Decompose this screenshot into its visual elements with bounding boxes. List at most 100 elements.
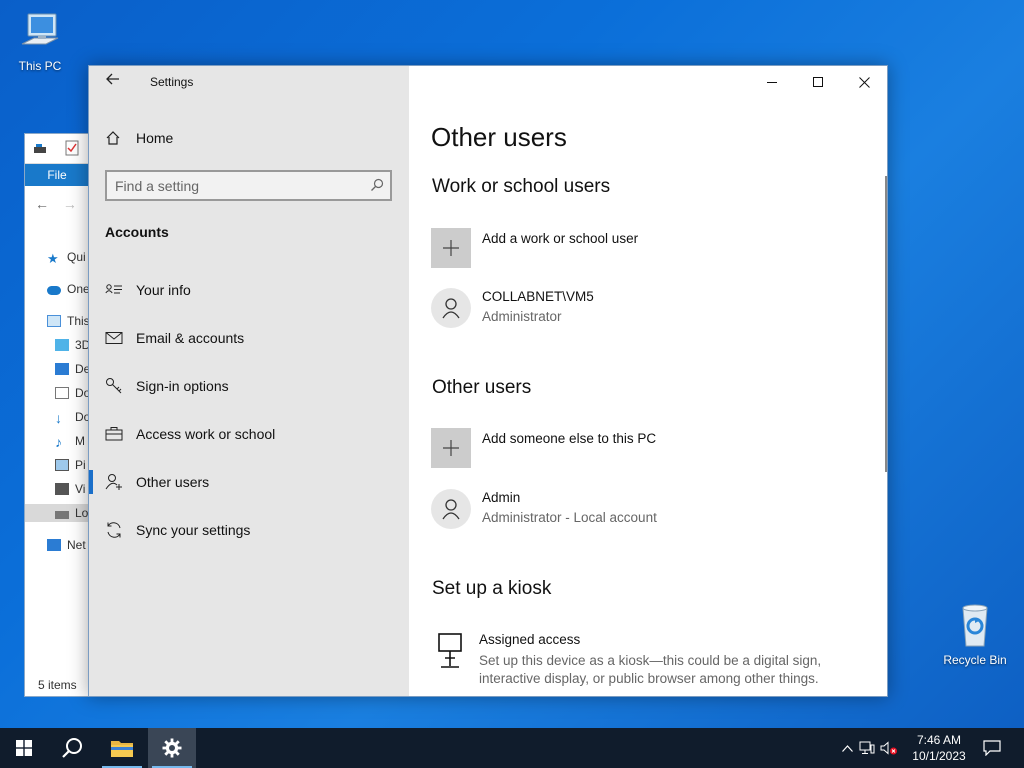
taskbar: 7:46 AM 10/1/2023 bbox=[0, 728, 1024, 768]
network-tray-button[interactable] bbox=[856, 741, 878, 755]
user-role: Administrator - Local account bbox=[482, 510, 657, 525]
home-label: Home bbox=[136, 130, 174, 146]
search-icon bbox=[62, 738, 82, 758]
gear-icon bbox=[162, 738, 182, 758]
add-work-school-user-button[interactable]: Add a work or school user bbox=[431, 228, 871, 270]
forward-arrow-icon[interactable]: → bbox=[63, 196, 77, 212]
taskbar-clock[interactable]: 7:46 AM 10/1/2023 bbox=[902, 732, 976, 764]
section-label-accounts: Accounts bbox=[105, 224, 169, 240]
sync-icon bbox=[107, 522, 121, 538]
explorer-tree-item[interactable]: Do bbox=[55, 384, 90, 402]
explorer-file-tab[interactable]: File bbox=[25, 164, 89, 186]
settings-content: Other users Work or school users Add a w… bbox=[409, 66, 887, 696]
search-box[interactable] bbox=[105, 170, 392, 201]
plus-icon bbox=[443, 440, 459, 456]
system-tray bbox=[838, 728, 900, 768]
work-school-heading: Work or school users bbox=[432, 176, 611, 197]
settings-titlebar: Settings bbox=[89, 66, 409, 98]
volume-tray-button[interactable] bbox=[878, 741, 900, 755]
assigned-access-item[interactable]: Assigned access Set up this device as a … bbox=[431, 630, 871, 690]
back-arrow-icon bbox=[106, 73, 119, 85]
scrollbar[interactable] bbox=[885, 176, 887, 472]
nav-item-other-users[interactable]: Other users bbox=[89, 460, 409, 504]
other-user-item[interactable]: Admin Administrator - Local account bbox=[431, 489, 871, 531]
key-icon bbox=[106, 378, 122, 394]
start-button[interactable] bbox=[0, 728, 48, 768]
explorer-tree-item[interactable]: De bbox=[55, 360, 90, 378]
nav-item-email-accounts[interactable]: Email & accounts bbox=[89, 316, 409, 360]
computer-icon bbox=[0, 10, 80, 57]
mail-icon bbox=[105, 332, 123, 344]
explorer-tree-item[interactable]: 3D bbox=[55, 336, 90, 354]
notifications-icon bbox=[983, 740, 1001, 756]
briefcase-icon bbox=[105, 427, 123, 441]
taskbar-settings[interactable] bbox=[148, 728, 196, 768]
clock-time: 7:46 AM bbox=[916, 733, 962, 747]
desktop-icon-recycle-bin[interactable]: Recycle Bin bbox=[935, 602, 1015, 667]
explorer-tree-item[interactable]: This bbox=[47, 312, 90, 330]
search-input[interactable] bbox=[115, 176, 355, 196]
add-someone-else-button[interactable]: Add someone else to this PC bbox=[431, 428, 871, 470]
clock-date: 10/1/2023 bbox=[912, 749, 966, 763]
nav-item-sign-in-options[interactable]: Sign-in options bbox=[89, 364, 409, 408]
home-nav-item[interactable]: Home bbox=[105, 128, 173, 148]
settings-window[interactable]: Settings Home Accounts Your info Email &… bbox=[88, 65, 888, 697]
explorer-tree-item[interactable]: ↓ Do bbox=[55, 408, 90, 426]
3d-objects-icon bbox=[55, 339, 69, 351]
plus-tile bbox=[431, 228, 471, 268]
downloads-icon: ↓ bbox=[55, 410, 62, 426]
desktop-icon-label: Recycle Bin bbox=[943, 653, 1007, 667]
other-users-heading: Other users bbox=[432, 377, 532, 398]
taskbar-search-button[interactable] bbox=[48, 728, 96, 768]
action-center-button[interactable] bbox=[968, 728, 1016, 768]
kiosk-heading: Set up a kiosk bbox=[432, 578, 552, 599]
page-title: Other users bbox=[431, 122, 567, 152]
desktop-icon-this-pc[interactable]: This PC bbox=[0, 10, 80, 73]
work-user-item[interactable]: COLLABNET\VM5 Administrator bbox=[431, 288, 871, 330]
contact-card-icon bbox=[105, 284, 122, 294]
nav-item-your-info[interactable]: Your info bbox=[89, 268, 409, 312]
kiosk-icon bbox=[438, 633, 462, 668]
nav-item-sync-settings[interactable]: Sync your settings bbox=[89, 508, 409, 552]
explorer-tree-item[interactable]: Vi bbox=[55, 480, 85, 498]
explorer-tree-item[interactable]: Net bbox=[47, 536, 86, 554]
home-icon bbox=[106, 131, 120, 145]
back-arrow-icon[interactable]: ← bbox=[35, 196, 49, 212]
avatar bbox=[431, 489, 471, 529]
network-icon bbox=[47, 539, 61, 551]
explorer-nav-arrows: ← → bbox=[35, 196, 77, 212]
recycle-bin-icon bbox=[935, 602, 1015, 651]
cloud-icon bbox=[47, 286, 61, 295]
nav-item-access-work-school[interactable]: Access work or school bbox=[89, 412, 409, 456]
network-icon bbox=[859, 741, 875, 754]
assigned-access-description: Set up this device as a kiosk—this could… bbox=[479, 653, 822, 686]
settings-sidebar: Settings Home Accounts Your info Email &… bbox=[89, 66, 409, 696]
windows-logo-icon bbox=[16, 740, 32, 756]
folder-icon bbox=[111, 741, 133, 757]
videos-icon bbox=[55, 483, 69, 495]
explorer-tree-item[interactable]: Pi bbox=[55, 456, 86, 474]
explorer-tree-item[interactable]: One bbox=[47, 280, 90, 298]
user-role: Administrator bbox=[482, 309, 562, 324]
local-disk-icon bbox=[55, 511, 69, 519]
user-icon bbox=[442, 298, 460, 319]
show-hidden-icons-button[interactable] bbox=[838, 744, 856, 752]
properties-icon[interactable] bbox=[65, 140, 79, 156]
drive-icon bbox=[34, 144, 46, 153]
music-icon: ♪ bbox=[55, 434, 62, 450]
add-user-icon bbox=[105, 474, 122, 490]
back-button[interactable] bbox=[103, 72, 123, 92]
search-icon[interactable] bbox=[370, 178, 384, 192]
user-name: Admin bbox=[482, 490, 521, 505]
explorer-tree-item[interactable]: ♪ M bbox=[55, 432, 85, 450]
desktop-folder-icon bbox=[55, 363, 69, 375]
pictures-icon bbox=[55, 459, 69, 471]
user-icon bbox=[442, 499, 460, 520]
taskbar-file-explorer[interactable] bbox=[98, 728, 146, 768]
assigned-access-title: Assigned access bbox=[479, 632, 581, 647]
window-title: Settings bbox=[150, 75, 194, 89]
documents-icon bbox=[55, 387, 69, 399]
plus-tile bbox=[431, 428, 471, 468]
volume-muted-icon bbox=[880, 741, 897, 755]
explorer-tree-item[interactable]: ★ Qui bbox=[47, 248, 86, 266]
